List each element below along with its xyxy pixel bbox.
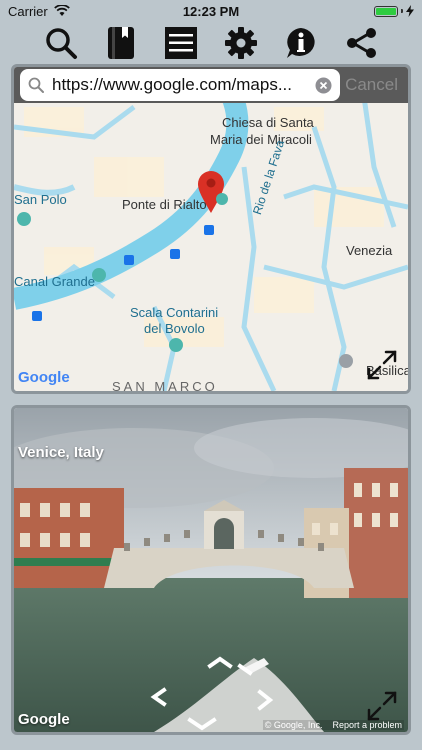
street-view-footer: © Google, Inc. Report a problem (262, 720, 404, 730)
search-bar: https://www.google.com/maps... Cancel (14, 67, 408, 103)
list-icon (165, 27, 197, 59)
cancel-button[interactable]: Cancel (345, 75, 398, 95)
charging-icon (406, 5, 414, 17)
search-icon (28, 77, 44, 93)
expand-map-button[interactable] (366, 349, 398, 381)
battery-tip (401, 9, 403, 13)
street-view-location: Venice, Italy (18, 444, 104, 461)
carrier-label: Carrier (8, 3, 48, 19)
report-problem-link[interactable]: Report a problem (332, 720, 402, 730)
google-logo-map: Google (18, 369, 70, 386)
expand-icon (367, 691, 397, 721)
google-logo-street-view: Google (18, 711, 70, 728)
search-icon (46, 28, 77, 59)
map-canvas[interactable] (14, 67, 408, 391)
clear-icon[interactable] (315, 77, 332, 94)
list-button[interactable] (162, 24, 200, 62)
copyright-text: © Google, Inc. (264, 720, 323, 730)
map-panel[interactable]: Chiesa di Santa Maria dei Miracoli San P… (11, 64, 411, 394)
status-bar: Carrier 12:23 PM (0, 0, 422, 22)
map-label-chiesa: Chiesa di Santa (222, 115, 314, 130)
url-search-field[interactable]: https://www.google.com/maps... (20, 69, 340, 101)
map-label-san-marco: SAN MARCO (112, 379, 218, 394)
expand-icon (367, 350, 397, 380)
info-icon (287, 28, 315, 58)
map-label-bovolo: del Bovolo (144, 321, 205, 336)
gear-icon (225, 27, 257, 59)
bookmarks-button[interactable] (102, 24, 140, 62)
battery-icon (374, 5, 398, 17)
toolbar (0, 22, 422, 64)
url-text[interactable]: https://www.google.com/maps... (52, 75, 307, 95)
book-icon (108, 27, 134, 59)
share-icon (347, 28, 376, 58)
share-button[interactable] (342, 24, 380, 62)
info-button[interactable] (282, 24, 320, 62)
map-label-san-polo: San Polo (14, 192, 67, 207)
settings-button[interactable] (222, 24, 260, 62)
expand-street-view-button[interactable] (366, 690, 398, 722)
battery-indicator (374, 5, 414, 17)
map-label-maria: Maria dei Miracoli (210, 132, 312, 147)
battery-fill (376, 7, 396, 15)
map-label-scala: Scala Contarini (130, 305, 219, 320)
map-label-venezia: Venezia (346, 243, 393, 258)
wifi-icon (53, 5, 70, 16)
status-left: Carrier (8, 4, 70, 19)
map-label-ponte: Ponte di Rialto (122, 197, 207, 212)
map-label-canal-grande: Canal Grande (14, 274, 95, 289)
street-view-panel[interactable]: Venice, Italy Google © Google, Inc. Repo… (11, 405, 411, 735)
search-button[interactable] (42, 24, 80, 62)
